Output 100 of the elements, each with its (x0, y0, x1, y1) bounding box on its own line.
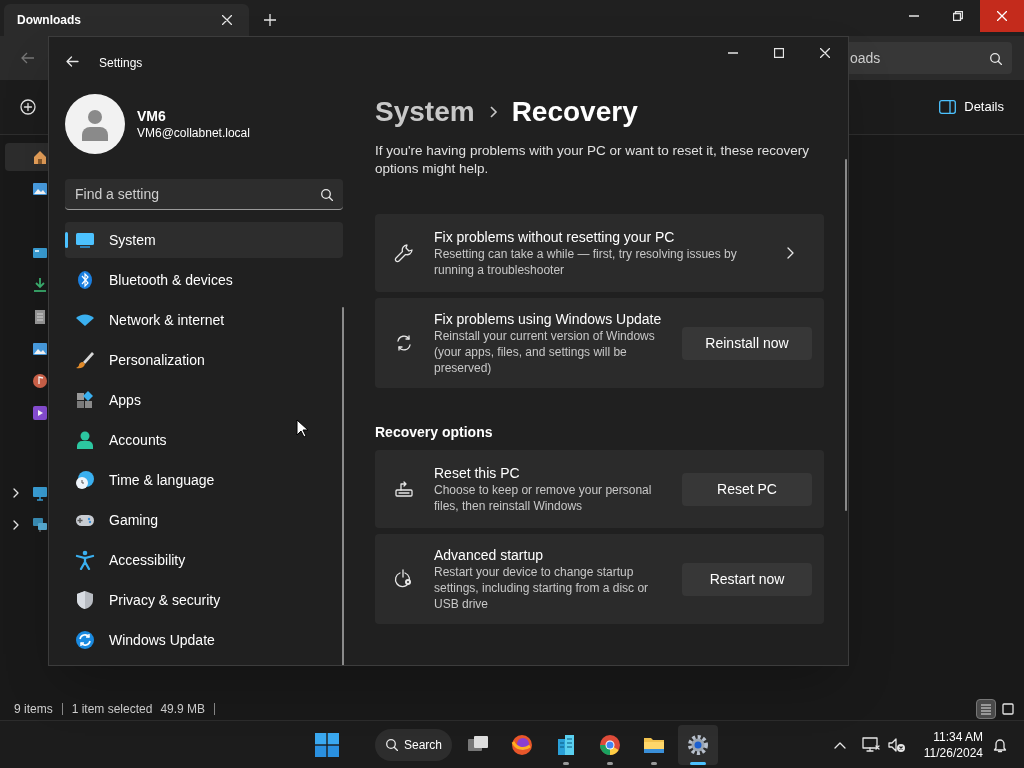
card-button[interactable]: Restart now (682, 562, 812, 596)
card-title: Fix problems without resetting your PC (434, 228, 676, 246)
search-icon (989, 51, 1002, 65)
clock-globe-icon (75, 470, 95, 490)
speaker-muted-icon (887, 736, 906, 753)
search-icon (320, 187, 333, 201)
settings-nav-item[interactable]: Accounts (65, 422, 343, 458)
browser-tab[interactable]: Downloads (4, 4, 249, 36)
network-icon (32, 517, 48, 533)
new-button[interactable] (20, 99, 36, 115)
back-arrow-icon (65, 55, 79, 67)
music-icon (32, 373, 48, 389)
tab-title: Downloads (17, 12, 82, 29)
details-view-icon (978, 701, 994, 717)
card-title: Fix problems using Windows Update (434, 310, 663, 328)
window-title: Settings (99, 55, 143, 72)
back-arrow-icon (21, 52, 35, 64)
monitor-icon (75, 230, 95, 250)
scrollbar[interactable] (342, 307, 344, 665)
document-icon (32, 309, 48, 325)
gear-icon (686, 732, 710, 757)
chevron-icon (11, 488, 21, 498)
close-icon (997, 11, 1007, 21)
chrome-browser-icon (598, 732, 622, 757)
maximize-icon (774, 48, 784, 58)
accessibility-icon (75, 550, 95, 570)
item-count: 9 items (14, 701, 53, 718)
page-description: If you're having problems with your PC or want to reset it, these recovery options might help. (375, 142, 811, 178)
expand-chevron[interactable] (11, 488, 21, 498)
selection-info: 1 item selected (71, 701, 153, 718)
gallery-icon (32, 181, 48, 197)
fox-browser-icon (510, 732, 534, 757)
search-icon (385, 738, 398, 751)
settings-nav-item[interactable]: Privacy & security (65, 582, 343, 618)
power-gear-icon (394, 569, 414, 589)
caret-up-icon (833, 740, 846, 749)
card-description: Reinstall your current version of Windows (your apps, files, and settings will be preserved) (434, 328, 656, 376)
sync-icon (75, 630, 95, 650)
apps-icon (75, 390, 95, 410)
restore-icon (953, 11, 963, 21)
card-title: Reset this PC (434, 464, 521, 482)
view-toggle[interactable] (976, 699, 996, 719)
clock[interactable]: 11:34 AM 11/26/2024 (923, 728, 983, 761)
settings-nav-item[interactable]: System (65, 222, 343, 258)
breadcrumb-parent[interactable]: System (375, 91, 475, 133)
settings-nav-item[interactable]: Apps (65, 382, 343, 418)
settings-nav-item[interactable]: Bluetooth & devices (65, 262, 343, 298)
chevron-right-icon (786, 247, 794, 259)
selection-size: 49.9 MB (160, 701, 206, 718)
chevron-icon (11, 520, 21, 530)
desktop-icon (32, 245, 48, 261)
search-text: oads (850, 48, 881, 68)
person-icon (75, 430, 95, 450)
windows-logo-icon (315, 732, 339, 757)
plus-circle-icon (20, 99, 36, 115)
taskbar-search[interactable]: Search (375, 728, 452, 761)
person-icon (80, 107, 110, 141)
settings-card[interactable]: Fix problems without resetting your PC Resetting can take a while — first, try resolving issues by running a troubleshooter (375, 214, 824, 292)
bluetooth-icon (75, 270, 95, 290)
card-title: Advanced startup (434, 546, 544, 564)
shield-icon (75, 590, 95, 610)
card-description: Choose to keep or remove your personal files, then reinstall Windows (434, 482, 653, 514)
settings-nav-item[interactable]: Windows Update (65, 622, 343, 658)
card-description: Restart your device to change startup settings, including starting from a disc or USB drive (434, 564, 650, 612)
user-name: VM6 (137, 107, 167, 125)
close-icon (820, 48, 830, 58)
card-button[interactable]: Reset PC (682, 472, 812, 506)
pictures-icon (32, 341, 48, 357)
user-email: VM6@collabnet.local (137, 125, 250, 141)
monitor-icon (32, 485, 48, 501)
taskbar-app[interactable] (678, 724, 718, 765)
card-description: Resetting can take a while — first, try resolving issues by running a troubleshooter (434, 246, 738, 278)
monitor-icon (861, 736, 880, 753)
details-pane-icon (939, 100, 957, 114)
scrollbar[interactable] (845, 159, 847, 511)
download-icon (32, 277, 48, 293)
nav-item[interactable] (5, 143, 48, 171)
video-icon (32, 405, 48, 421)
reset-pc-icon (394, 479, 414, 499)
details-button[interactable]: Details (939, 97, 1004, 117)
settings-nav-item[interactable]: Time & language (65, 462, 343, 498)
section-heading: Recovery options (375, 423, 494, 442)
bell-icon (992, 736, 1008, 753)
tiles-view-icon (1000, 701, 1016, 717)
settings-search-field[interactable]: Find a setting (65, 179, 343, 210)
expand-chevron[interactable] (11, 520, 21, 530)
plus-icon (264, 14, 276, 26)
settings-nav-item[interactable]: Accessibility (65, 542, 343, 578)
close-icon (222, 15, 232, 25)
settings-nav-item[interactable]: Personalization (65, 342, 343, 378)
settings-nav-item[interactable]: Network & internet (65, 302, 343, 338)
settings-nav-item[interactable]: Gaming (65, 502, 343, 538)
wrench-icon (394, 243, 414, 263)
paintbrush-icon (75, 350, 95, 370)
search-input[interactable]: Find a setting (75, 183, 320, 205)
mouse-pointer-icon (296, 419, 308, 438)
chevron-right-icon (488, 105, 498, 119)
home-icon (32, 149, 48, 165)
page-title: Recovery (511, 95, 638, 129)
card-button[interactable]: Reinstall now (682, 326, 812, 360)
